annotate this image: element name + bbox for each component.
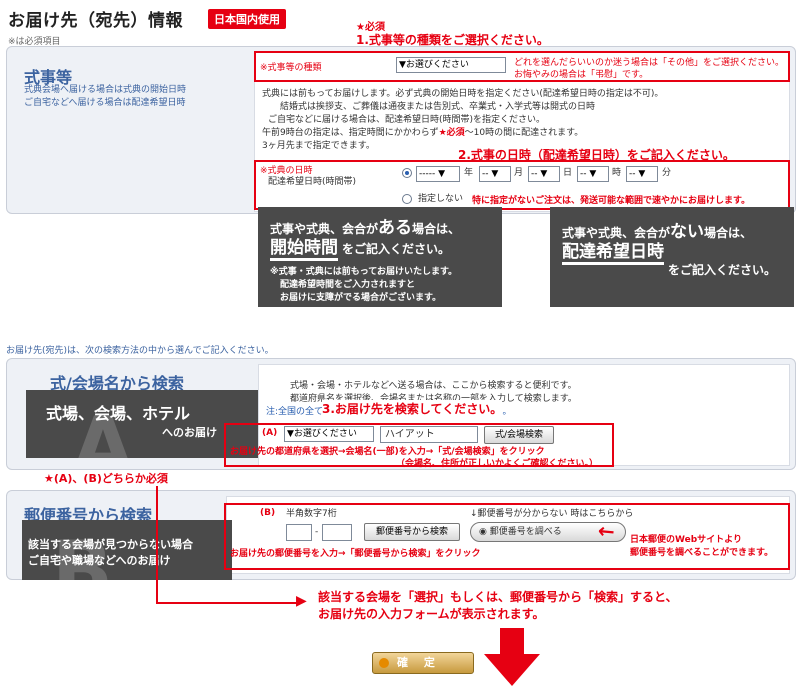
domestic-badge: 日本国内使用 [208,9,286,29]
minute-unit: 分 [662,168,672,178]
datetime-radio-dot[interactable] [402,168,412,178]
type-label: ※式事等の種類 [260,63,322,73]
confirm-dot-icon [379,658,389,668]
venue-overlay-sub: へのお届け [162,426,217,439]
info-line-2: 結婚式は挨拶支、ご葬儀は通夜または告別式、卒業式・入学式等は開式の日時 [280,102,596,112]
minute-select[interactable]: -- ▼ [626,166,658,182]
lookup-icon: ◉ [479,527,490,537]
year-select[interactable]: ----- ▼ [416,166,460,182]
hour-unit: 時 [612,168,622,178]
no-ceremony-line2: 配達希望日時 [562,237,664,265]
has-ceremony-note2: 配達希望時間をご入力されますと [280,280,416,290]
info-line-3: ご自宅などに届ける場合は、配達希望日時(時間帯)を指定ください。 [268,115,546,125]
postal-code-first[interactable] [286,524,312,541]
postal-mark: (B) [260,508,276,518]
postal-overlay-2: ご自宅や職場などへのお届け [28,554,171,567]
venue-overlay-title: 式場、会場、ホテル [46,404,191,423]
venue-desc-1: 式場・会場・ホテルなどへ送る場合は、ここから検索すると便利です。 [290,381,577,391]
hour-select[interactable]: -- ▼ [577,166,609,182]
datetime-label-1: ※式典の日時 [260,166,313,176]
ceremony-desc-1: 式典会場へ届ける場合は式典の開始日時 [24,85,187,95]
postal-dash: - [315,527,319,537]
postal-unknown-note: ↓郵便番号が分からない 時はこちらから [470,509,634,519]
jp-post-note-1: 日本郵便のWebサイトより [630,535,742,545]
year-unit: 年 [464,168,474,178]
page-title: お届け先（宛先）情報 [8,11,183,31]
postal-digits-note: 半角数字7桁 [286,509,337,519]
postal-overlay-1: 該当する会場が見つからない場合 [28,538,193,551]
has-ceremony-note1: ※式事・式典には前もってお届けいたします。 [270,267,458,277]
no-ceremony-line3: をご記入ください。 [668,263,777,277]
prefecture-select[interactable]: ▼お選びください [284,426,374,442]
venue-name-input[interactable]: ハイアット [380,426,478,443]
postal-code-second[interactable] [322,524,352,541]
venue-mark: (A) [262,428,278,438]
result-note-2: お届け先の入力フォームが表示されます。 [318,607,545,621]
no-ceremony-guide: 式事や式典、会合がない場合は、 配達希望日時 をご記入ください。 [550,207,794,307]
connector-horizontal [156,602,300,604]
no-spec-radio-dot[interactable] [402,194,412,204]
datetime-radio[interactable] [402,168,412,179]
has-ceremony-line2: 開始時間 をご記入ください。 [270,233,450,261]
has-ceremony-guide: 式事や式典、会合がある場合は、 開始時間 をご記入ください。 ※式事・式典には前も… [258,207,502,307]
day-select[interactable]: -- ▼ [528,166,560,182]
confirm-button[interactable]: 確 定 [372,652,474,674]
info-line-1: 式典には前もってお届けします。必ず式典の開始日時を指定ください(配達希望日時の指… [262,89,664,99]
venue-guide-2: （会場名、住所が正しいかよくご確認ください。） [396,459,599,469]
type-hint-2: お悔やみの場合は「弔慰」です。 [514,70,649,80]
connector-arrow-icon: ▶ [296,593,307,609]
no-spec-label: 指定しない [418,194,464,204]
has-ceremony-note3: お届けに支障がでる場合がございます。 [280,293,442,303]
step3-heading: 3.お届け先を検索してください。 [322,400,503,417]
venue-search-button[interactable]: 式/会場検索 [484,426,554,444]
datetime-label-2: 配達希望日時(時間帯) [268,177,357,187]
postal-search-button[interactable]: 郵便番号から検索 [364,523,460,541]
postal-guide: お届け先の郵便番号を入力→「郵便番号から検索」をクリック [230,549,481,559]
postal-overlay: B 該当する会場が見つからない場合 ご自宅や職場などへのお届け [22,520,232,580]
result-note-1: 該当する会場を「選択」もしくは、郵便番号から「検索」すると、 [318,590,678,604]
info-line-5: 3ヶ月先まで指定できます。 [262,141,375,151]
info-line-4: 午前9時台の指定は、指定時間にかかわらず★必須～10時の間に配達されます。 [262,128,584,138]
jp-post-note-2: 郵便番号を調べることができます。 [630,548,774,558]
day-unit: 日 [563,168,573,178]
ceremony-type-select[interactable]: ▼お選びください [396,57,506,73]
month-select[interactable]: -- ▼ [479,166,511,182]
no-spec-note: 特に指定がないご注文は、発送可能な範囲で速やかにお届けします。 [472,196,751,206]
search-intro: お届け先(宛先)は、次の検索方法の中から選んでご記入ください。 [6,346,274,356]
no-spec-radio[interactable] [402,194,412,205]
connector-vertical [156,486,158,604]
either-required-note: ★(A)、(B)どちらか必須 [44,472,168,485]
month-unit: 月 [514,168,524,178]
ceremony-desc-2: ご自宅などへ届ける場合は配達希望日時 [24,98,186,108]
down-arrow-icon [484,628,540,686]
